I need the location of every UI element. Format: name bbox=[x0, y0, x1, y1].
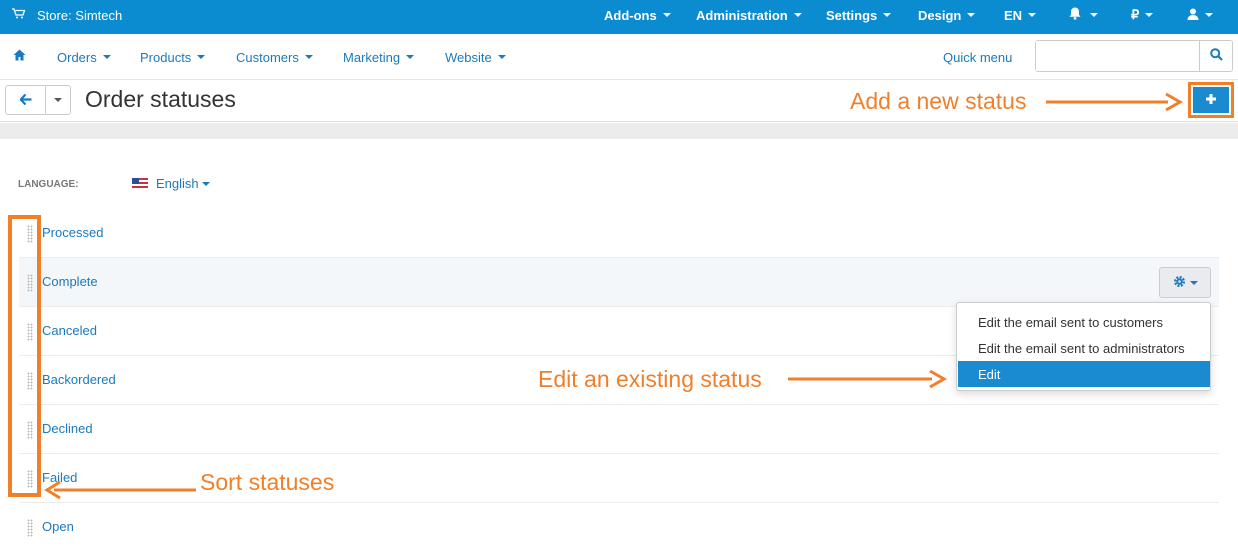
menu-currency-label: ₽ bbox=[1131, 7, 1140, 22]
chevron-down-icon bbox=[304, 55, 313, 59]
back-button[interactable] bbox=[6, 86, 46, 114]
status-link[interactable]: Declined bbox=[42, 421, 93, 436]
annotation-arrow-sort bbox=[44, 480, 196, 500]
notifications-button[interactable] bbox=[1069, 0, 1098, 30]
status-row: Open bbox=[19, 503, 1219, 552]
menu-item-edit-customer-email[interactable]: Edit the email sent to customers bbox=[958, 309, 1210, 335]
nav-products[interactable]: Products bbox=[140, 34, 206, 80]
chevron-down-icon bbox=[497, 55, 506, 59]
nav-customers-label: Customers bbox=[236, 49, 299, 65]
chevron-down-icon bbox=[201, 181, 210, 186]
chevron-down-icon bbox=[406, 55, 415, 59]
add-status-highlight bbox=[1188, 82, 1234, 118]
annotation-add-status: Add a new status bbox=[850, 88, 1027, 114]
add-status-button[interactable] bbox=[1193, 87, 1229, 113]
menu-addons[interactable]: Add-ons bbox=[604, 0, 671, 30]
status-link[interactable]: Open bbox=[42, 519, 74, 534]
nav-website[interactable]: Website bbox=[445, 34, 506, 80]
language-label: LANGUAGE: bbox=[18, 179, 79, 190]
nav-products-label: Products bbox=[140, 49, 192, 65]
chevron-down-icon bbox=[662, 13, 671, 17]
home-icon[interactable] bbox=[13, 49, 27, 63]
gear-icon bbox=[1173, 275, 1186, 291]
user-menu[interactable] bbox=[1187, 0, 1213, 30]
chevron-down-icon bbox=[793, 13, 802, 17]
nav-marketing-label: Marketing bbox=[343, 49, 401, 65]
status-link[interactable]: Canceled bbox=[42, 323, 97, 338]
status-link[interactable]: Complete bbox=[42, 274, 98, 289]
annotation-arrow-edit bbox=[788, 369, 948, 389]
page-title: Order statuses bbox=[85, 86, 236, 112]
row-actions-button[interactable] bbox=[1159, 267, 1211, 298]
status-link[interactable]: Processed bbox=[42, 225, 103, 240]
language-select[interactable]: English bbox=[132, 176, 210, 191]
back-button-group bbox=[5, 85, 71, 115]
status-row: Processed bbox=[19, 209, 1219, 258]
chevron-down-icon bbox=[1028, 13, 1037, 17]
bell-icon bbox=[1069, 7, 1081, 23]
nav-orders[interactable]: Orders bbox=[57, 34, 111, 80]
menu-design-label: Design bbox=[918, 7, 962, 23]
status-row: Failed bbox=[19, 454, 1219, 503]
chevron-down-icon bbox=[54, 98, 62, 102]
chevron-down-icon bbox=[1189, 280, 1198, 285]
annotation-sort-statuses: Sort statuses bbox=[200, 469, 335, 495]
menu-language[interactable]: EN bbox=[1004, 0, 1037, 30]
chevron-down-icon bbox=[1205, 13, 1213, 17]
status-link[interactable]: Backordered bbox=[42, 372, 116, 387]
drag-handle[interactable] bbox=[27, 519, 33, 537]
user-icon bbox=[1187, 8, 1199, 23]
plus-icon bbox=[1205, 93, 1217, 108]
quick-menu-link[interactable]: Quick menu bbox=[943, 34, 1012, 80]
main-nav: Orders Products Customers Marketing Webs… bbox=[0, 34, 1238, 80]
chevron-down-icon bbox=[1090, 13, 1098, 17]
search-input[interactable] bbox=[1036, 41, 1200, 71]
store-name: Store: Simtech bbox=[37, 7, 123, 23]
status-row: Complete bbox=[19, 258, 1219, 307]
annotation-edit-status: Edit an existing status bbox=[538, 366, 762, 392]
annotation-arrow-add bbox=[1046, 92, 1184, 112]
row-actions-menu: Edit the email sent to customers Edit th… bbox=[956, 302, 1211, 391]
nav-website-label: Website bbox=[445, 49, 492, 65]
sort-highlight-box bbox=[8, 215, 41, 497]
language-value: English bbox=[156, 176, 199, 191]
top-bar: Store: Simtech Add-ons Administration Se… bbox=[0, 0, 1238, 34]
arrow-left-icon bbox=[18, 93, 32, 108]
chevron-down-icon bbox=[102, 55, 111, 59]
search-box bbox=[1035, 40, 1233, 72]
menu-administration-label: Administration bbox=[696, 7, 788, 23]
nav-orders-label: Orders bbox=[57, 49, 97, 65]
menu-settings[interactable]: Settings bbox=[826, 0, 892, 30]
chevron-down-icon bbox=[883, 13, 892, 17]
menu-administration[interactable]: Administration bbox=[696, 0, 802, 30]
menu-item-edit-admin-email[interactable]: Edit the email sent to administrators bbox=[958, 335, 1210, 361]
search-icon bbox=[1209, 48, 1223, 64]
search-button[interactable] bbox=[1199, 41, 1232, 71]
chevron-down-icon bbox=[1145, 13, 1154, 17]
chevron-down-icon bbox=[967, 13, 976, 17]
chevron-down-icon bbox=[197, 55, 206, 59]
store-switcher[interactable]: Store: Simtech bbox=[12, 0, 122, 30]
status-row: Declined bbox=[19, 405, 1219, 454]
cart-icon bbox=[12, 8, 26, 22]
menu-language-label: EN bbox=[1004, 7, 1023, 23]
nav-marketing[interactable]: Marketing bbox=[343, 34, 415, 80]
history-dropdown[interactable] bbox=[46, 86, 70, 114]
menu-item-edit[interactable]: Edit bbox=[958, 361, 1210, 387]
us-flag-icon bbox=[132, 178, 148, 189]
menu-currency[interactable]: ₽ bbox=[1131, 0, 1154, 30]
toolbar-divider bbox=[0, 123, 1238, 139]
menu-design[interactable]: Design bbox=[918, 0, 976, 30]
nav-customers[interactable]: Customers bbox=[236, 34, 313, 80]
menu-settings-label: Settings bbox=[826, 7, 878, 23]
menu-addons-label: Add-ons bbox=[604, 7, 657, 23]
